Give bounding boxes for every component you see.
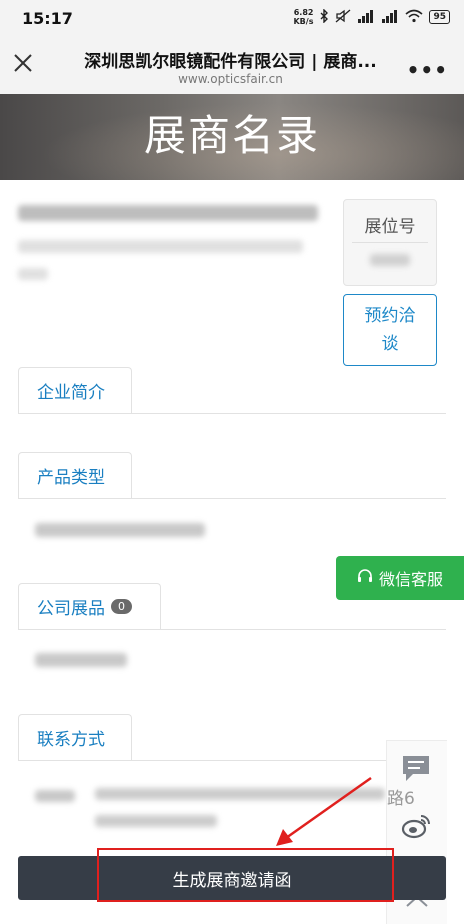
page-title: 深圳思凯尔眼镜配件有限公司 | 展商... bbox=[84, 52, 377, 72]
contact-address-partial: 路6 bbox=[387, 789, 415, 809]
tab-product-type[interactable]: 产品类型 bbox=[18, 452, 132, 498]
tab-company-exhibits[interactable]: 公司展品 0 bbox=[18, 583, 161, 629]
tab-company-intro-label: 企业简介 bbox=[37, 383, 105, 403]
bluetooth-icon bbox=[319, 7, 329, 26]
banner: 展商名录 bbox=[0, 94, 464, 180]
exhibits-blurred bbox=[35, 653, 127, 667]
booth-number-box: 展位号 bbox=[343, 199, 437, 286]
more-options-icon[interactable]: ••• bbox=[407, 58, 448, 82]
company-english-name-blurred bbox=[18, 240, 303, 253]
booth-divider bbox=[352, 242, 428, 243]
company-name-blurred bbox=[18, 205, 318, 221]
close-icon[interactable] bbox=[12, 52, 34, 74]
browser-header: 深圳思凯尔眼镜配件有限公司 | 展商... www.opticsfair.cn … bbox=[0, 36, 464, 94]
weibo-icon[interactable] bbox=[401, 813, 431, 843]
signal-icon-2 bbox=[381, 10, 399, 24]
booth-number-label: 展位号 bbox=[364, 217, 416, 237]
wechat-service-label: 微信客服 bbox=[378, 570, 443, 589]
contact-address-blurred-2 bbox=[95, 815, 217, 827]
appointment-button-label: 预约洽谈 bbox=[364, 306, 416, 354]
tab-divider bbox=[18, 760, 446, 761]
wifi-icon bbox=[405, 9, 423, 26]
product-type-blurred bbox=[35, 523, 205, 537]
tab-contact-info[interactable]: 联系方式 bbox=[18, 714, 132, 760]
tab-company-exhibits-label: 公司展品 bbox=[37, 599, 105, 619]
page-url: www.opticsfair.cn bbox=[178, 72, 283, 86]
net-speed: 6.82 KB/s bbox=[293, 8, 313, 26]
exhibits-count-badge: 0 bbox=[111, 599, 132, 614]
booth-number-blurred bbox=[370, 254, 410, 266]
mute-icon bbox=[335, 9, 351, 26]
status-icons: 6.82 KB/s 95 bbox=[293, 7, 450, 26]
contact-label-blurred bbox=[35, 790, 75, 802]
tab-divider bbox=[18, 413, 446, 414]
tab-company-intro[interactable]: 企业简介 bbox=[18, 367, 132, 413]
net-speed-unit: KB/s bbox=[293, 17, 314, 26]
comment-icon[interactable] bbox=[401, 753, 431, 787]
status-bar: 15:17 6.82 KB/s 95 bbox=[0, 0, 464, 36]
tab-product-type-label: 产品类型 bbox=[37, 468, 105, 488]
signal-icon-1 bbox=[357, 10, 375, 24]
headset-icon bbox=[357, 568, 373, 588]
highlight-box bbox=[97, 848, 394, 902]
company-english-name-blurred-2 bbox=[18, 268, 48, 280]
battery-indicator: 95 bbox=[429, 10, 450, 24]
tab-divider bbox=[18, 629, 446, 630]
tab-contact-info-label: 联系方式 bbox=[37, 730, 105, 750]
contact-address-blurred bbox=[95, 788, 385, 800]
appointment-button[interactable]: 预约洽谈 bbox=[343, 294, 437, 366]
banner-title: 展商名录 bbox=[143, 111, 320, 160]
status-time: 15:17 bbox=[22, 9, 73, 28]
tab-divider bbox=[18, 498, 446, 499]
wechat-service-button[interactable]: 微信客服 bbox=[336, 556, 464, 600]
net-speed-value: 6.82 bbox=[293, 8, 314, 17]
